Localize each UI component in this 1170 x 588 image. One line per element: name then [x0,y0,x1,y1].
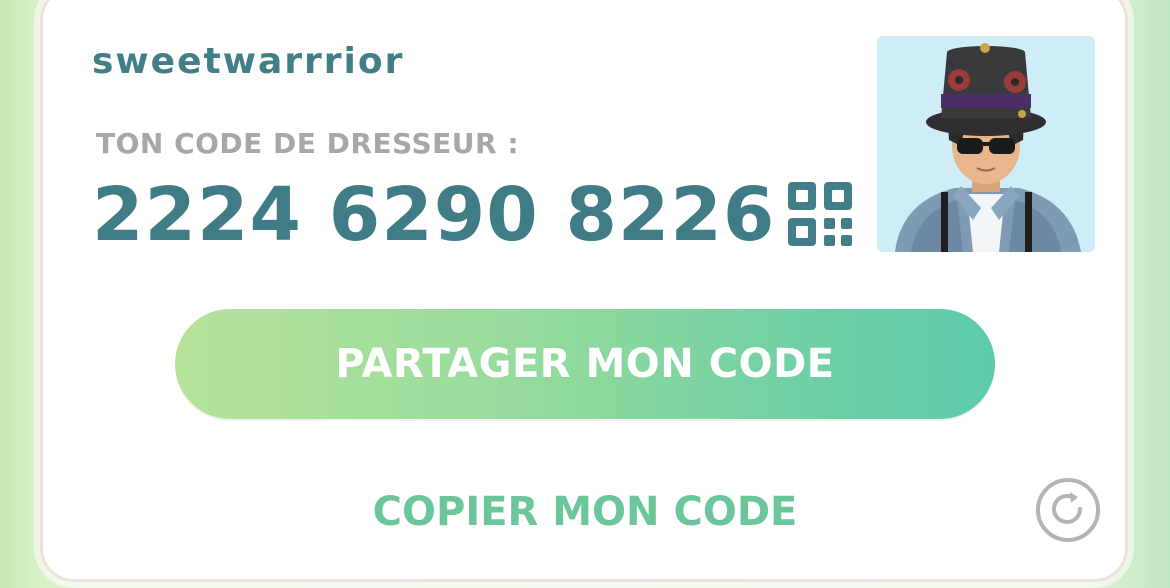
refresh-icon [1036,478,1100,542]
trainer-avatar-image [877,36,1095,252]
trainer-code: 2224 6290 8226 [92,172,776,258]
refresh-button[interactable] [1034,476,1102,544]
share-code-button[interactable]: PARTAGER MON CODE [175,309,995,419]
share-code-label: PARTAGER MON CODE [335,341,835,387]
trainer-code-label: TON CODE DE DRESSEUR : [96,127,520,160]
qr-code-button[interactable] [788,182,852,246]
copy-code-button[interactable]: COPIER MON CODE [340,486,830,538]
qr-code-icon [788,182,852,246]
trainer-avatar[interactable] [877,36,1095,252]
username: sweetwarrrior [92,41,405,82]
